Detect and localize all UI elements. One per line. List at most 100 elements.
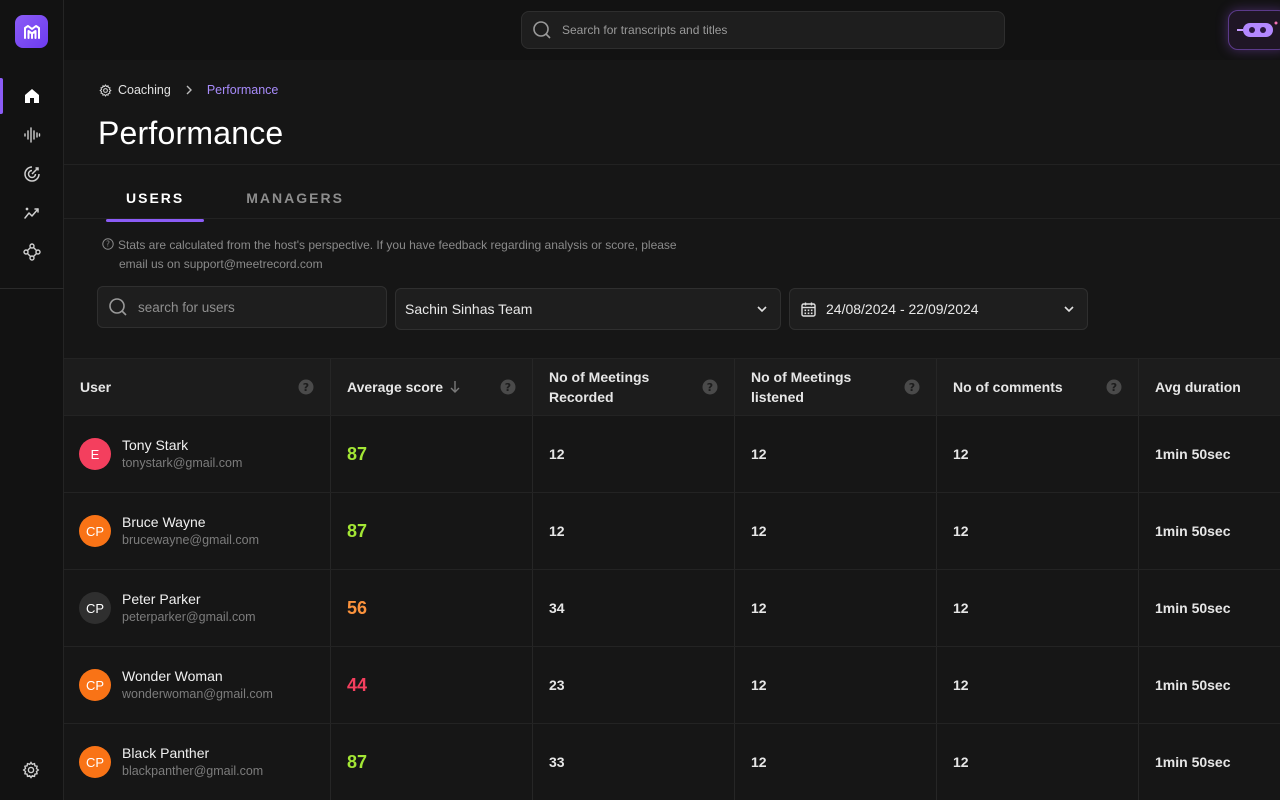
comments-count: 12 xyxy=(937,647,1139,723)
meetings-listened: 12 xyxy=(735,570,937,646)
tab-users[interactable]: USERS xyxy=(106,180,205,222)
comments-count: 12 xyxy=(937,570,1139,646)
breadcrumb: Coaching Performance xyxy=(99,83,278,97)
sidebar-item-recordings[interactable] xyxy=(0,115,64,154)
sidebar-item-analytics[interactable] xyxy=(0,193,64,232)
chevron-down-icon xyxy=(757,306,767,313)
user-name[interactable]: Tony Stark xyxy=(122,436,242,454)
svg-text:?: ? xyxy=(106,240,110,249)
comments-count: 12 xyxy=(937,416,1139,492)
date-range-value: 24/08/2024 - 22/09/2024 xyxy=(826,301,979,317)
column-header-meetings-listened-label: No of Meetings listened xyxy=(751,369,852,405)
divider xyxy=(64,218,1280,219)
user-name[interactable]: Wonder Woman xyxy=(122,667,273,685)
date-range-picker[interactable]: 24/08/2024 - 22/09/2024 xyxy=(789,288,1088,330)
user-cell: CP Peter Parker peterparker@gmail.com xyxy=(64,570,331,646)
meetings-recorded: 12 xyxy=(533,493,735,569)
team-dropdown[interactable]: Sachin Sinhas Team xyxy=(395,288,781,330)
table-row[interactable]: CP Bruce Wayne brucewayne@gmail.com 87 1… xyxy=(64,493,1280,570)
tab-managers[interactable]: MANAGERS xyxy=(226,180,364,218)
top-bar: Search for transcripts and titles xyxy=(64,0,1280,60)
table-row[interactable]: CP Peter Parker peterparker@gmail.com 56… xyxy=(64,570,1280,647)
svg-text:?: ? xyxy=(1111,381,1117,394)
user-email: brucewayne@gmail.com xyxy=(122,533,260,547)
info-line-1: Stats are calculated from the host's per… xyxy=(118,238,677,252)
avatar: CP xyxy=(79,592,111,624)
avatar: CP xyxy=(79,746,111,778)
info-line-2: email us on support@meetrecord.com xyxy=(119,257,323,271)
breadcrumb-root[interactable]: Coaching xyxy=(99,83,171,97)
user-name[interactable]: Black Panther xyxy=(122,744,263,762)
logo-icon xyxy=(23,24,40,39)
sidebar-divider xyxy=(0,288,64,289)
global-search-placeholder: Search for transcripts and titles xyxy=(562,23,728,37)
help-icon[interactable]: ? xyxy=(904,379,920,395)
table-row[interactable]: CP Black Panther blackpanther@gmail.com … xyxy=(64,724,1280,800)
sidebar-item-integrations[interactable] xyxy=(0,232,64,271)
column-header-user[interactable]: User ? xyxy=(64,359,331,415)
svg-text:?: ? xyxy=(909,381,915,394)
svg-text:?: ? xyxy=(707,381,713,394)
avg-duration: 1min 50sec xyxy=(1155,523,1231,539)
column-header-meetings-recorded[interactable]: No of Meetings Recorded ? xyxy=(533,359,735,415)
column-header-meetings-recorded-label: No of Meetings Recorded xyxy=(549,369,650,405)
meetings-recorded: 12 xyxy=(533,416,735,492)
sidebar-item-home[interactable] xyxy=(0,76,64,115)
user-cell: CP Bruce Wayne brucewayne@gmail.com xyxy=(64,493,331,569)
column-header-average-score-label: Average score xyxy=(347,379,443,395)
target-icon xyxy=(24,165,40,182)
column-header-meetings-listened[interactable]: No of Meetings listened ? xyxy=(735,359,937,415)
user-search-input[interactable]: search for users xyxy=(97,286,387,328)
table-row[interactable]: E Tony Stark tonystark@gmail.com 87 12 1… xyxy=(64,416,1280,493)
average-score: 87 xyxy=(347,443,368,464)
meetings-recorded: 23 xyxy=(533,647,735,723)
meetings-recorded: 33 xyxy=(533,724,735,800)
page-title: Performance xyxy=(98,115,284,151)
user-cell: E Tony Stark tonystark@gmail.com xyxy=(64,416,331,492)
performance-table: User ? Average score ? No of Meetings Rec… xyxy=(64,358,1280,800)
sort-descending-icon[interactable] xyxy=(449,380,461,394)
help-icon[interactable]: ? xyxy=(500,379,516,395)
app-logo[interactable] xyxy=(15,15,48,48)
user-cell: CP Black Panther blackpanther@gmail.com xyxy=(64,724,331,800)
help-icon[interactable]: ? xyxy=(1106,379,1122,395)
column-header-avg-duration-label: Avg duration xyxy=(1155,379,1241,395)
help-icon[interactable]: ? xyxy=(702,379,718,395)
settings-button[interactable] xyxy=(19,758,43,782)
user-email: blackpanther@gmail.com xyxy=(122,764,264,778)
column-header-comments[interactable]: No of comments ? xyxy=(937,359,1139,415)
meetings-recorded: 34 xyxy=(533,570,735,646)
help-icon[interactable]: ? xyxy=(298,379,314,395)
meetings-listened: 12 xyxy=(735,647,937,723)
assistant-bot-button[interactable] xyxy=(1228,10,1280,50)
chevron-down-icon xyxy=(1064,306,1074,313)
meetings-listened: 12 xyxy=(735,724,937,800)
column-header-avg-duration[interactable]: Avg duration xyxy=(1139,359,1280,415)
breadcrumb-root-label: Coaching xyxy=(118,83,171,97)
avatar: CP xyxy=(79,515,111,547)
soundwave-icon xyxy=(24,126,41,143)
avg-duration: 1min 50sec xyxy=(1155,446,1231,462)
home-icon xyxy=(25,88,39,103)
average-score: 87 xyxy=(347,520,368,541)
avatar: CP xyxy=(79,669,111,701)
average-score: 56 xyxy=(347,597,368,618)
search-icon xyxy=(533,21,551,39)
user-name[interactable]: Peter Parker xyxy=(122,590,256,608)
svg-text:?: ? xyxy=(303,381,309,394)
global-search-input[interactable]: Search for transcripts and titles xyxy=(521,11,1005,49)
user-name[interactable]: Bruce Wayne xyxy=(122,513,259,531)
sidebar-item-coaching[interactable] xyxy=(0,154,64,193)
trending-icon xyxy=(24,207,39,219)
user-cell: CP Wonder Woman wonderwoman@gmail.com xyxy=(64,647,331,723)
team-dropdown-value: Sachin Sinhas Team xyxy=(405,301,533,317)
network-icon xyxy=(23,242,41,261)
robot-icon xyxy=(1237,21,1278,37)
table-row[interactable]: CP Wonder Woman wonderwoman@gmail.com 44… xyxy=(64,647,1280,724)
breadcrumb-current: Performance xyxy=(206,83,279,97)
gear-icon xyxy=(99,83,112,97)
divider xyxy=(64,164,1280,165)
avg-duration: 1min 50sec xyxy=(1155,600,1231,616)
avg-duration: 1min 50sec xyxy=(1155,677,1231,693)
column-header-average-score[interactable]: Average score ? xyxy=(331,359,533,415)
